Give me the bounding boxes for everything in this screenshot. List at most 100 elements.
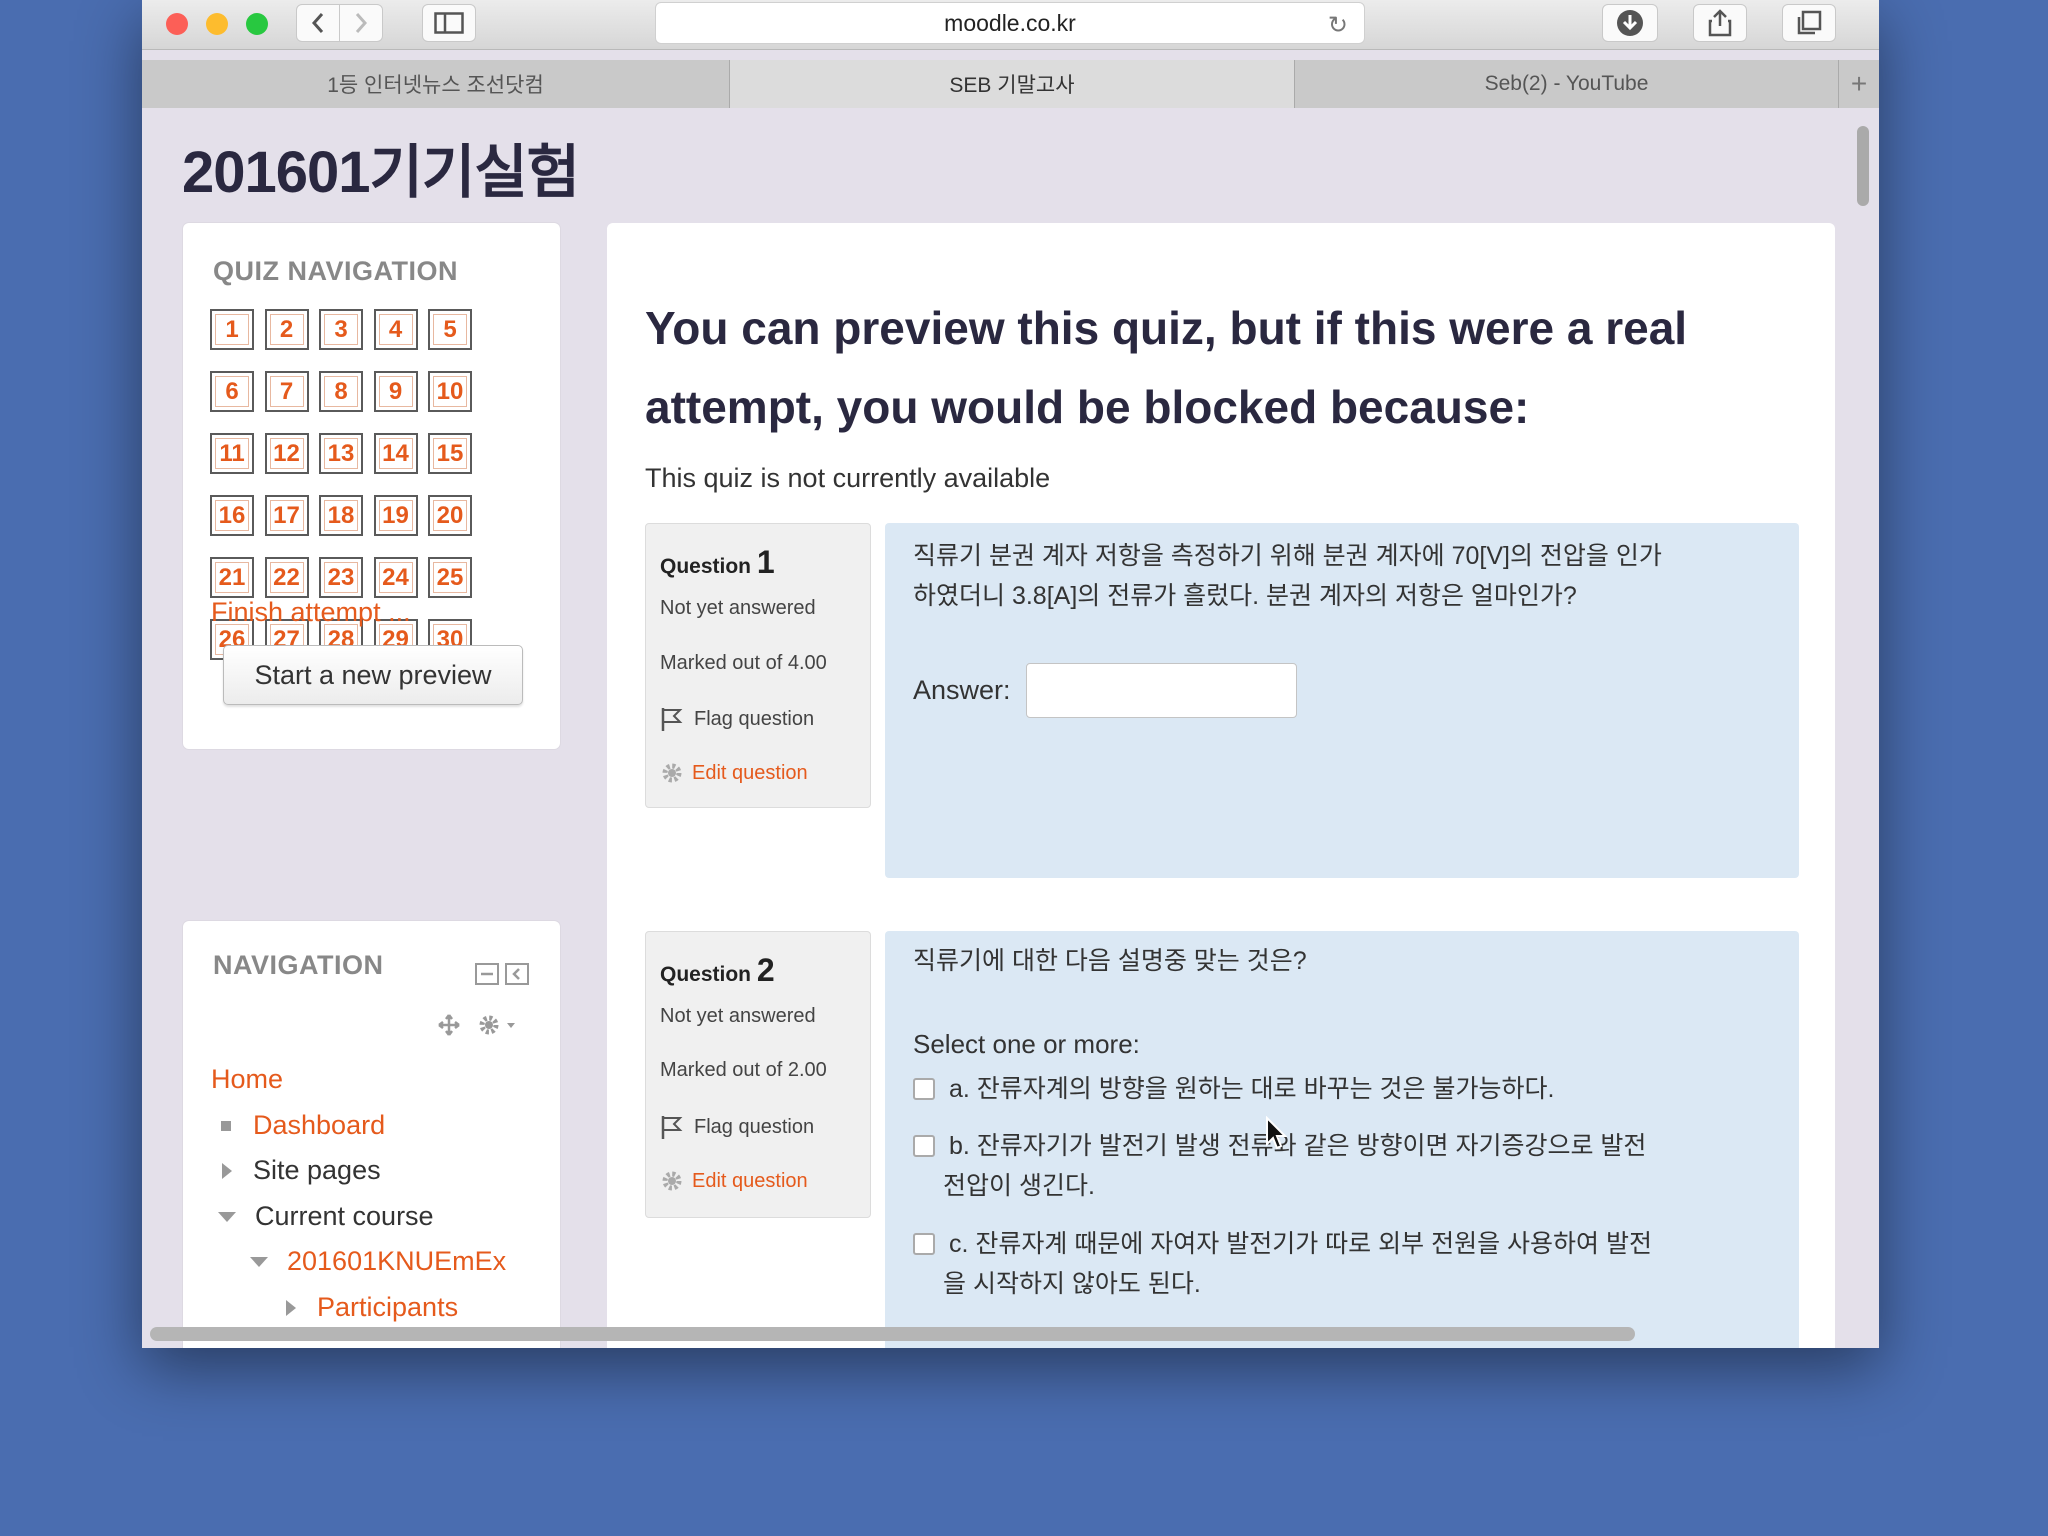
quiz-question-button-5[interactable]: 5 xyxy=(428,309,472,350)
question-2-edit[interactable]: Edit question xyxy=(660,1169,808,1193)
mouse-cursor-icon xyxy=(1266,1116,1287,1150)
download-button[interactable] xyxy=(1602,4,1658,42)
quiz-navigation-title: QUIZ NAVIGATION xyxy=(213,256,458,286)
vertical-scrollbar[interactable] xyxy=(1857,126,1869,206)
option-a-checkbox[interactable] xyxy=(913,1078,935,1100)
quiz-unavailable-notice: This quiz is not currently available xyxy=(645,463,1051,493)
nav-course-item[interactable]: 201601KNUEmEx xyxy=(249,1246,506,1277)
zoom-window-button[interactable] xyxy=(246,13,268,35)
quiz-question-button-11[interactable]: 11 xyxy=(210,433,254,474)
edit-question-link[interactable]: Edit question xyxy=(692,762,808,785)
question-1-info: Question 1 Not yet answered Marked out o… xyxy=(645,523,871,808)
quiz-question-button-8[interactable]: 8 xyxy=(319,371,363,412)
tabs-icon xyxy=(1797,10,1822,35)
question-1-edit[interactable]: Edit question xyxy=(660,761,808,785)
question-2-content: 직류기에 대한 다음 설명중 맞는 것은? Select one or more… xyxy=(885,931,1799,1348)
address-bar[interactable]: moodle.co.kr ↻ xyxy=(655,2,1365,44)
gear-icon[interactable] xyxy=(477,1013,517,1037)
quiz-question-button-2[interactable]: 2 xyxy=(264,309,309,350)
quiz-question-button-17[interactable]: 17 xyxy=(264,495,309,536)
horizontal-scrollbar[interactable] xyxy=(150,1327,1635,1341)
gear-icon xyxy=(662,763,682,783)
triangle-right-icon xyxy=(286,1299,296,1316)
option-c[interactable]: c. 잔류자계 때문에 자여자 발전기가 따로 외부 전원을 사용하여 발전 을… xyxy=(913,1224,1652,1304)
tabs-overview-button[interactable] xyxy=(1782,4,1836,42)
reload-icon[interactable]: ↻ xyxy=(1328,11,1348,40)
nav-home-link[interactable]: Home xyxy=(211,1064,283,1095)
collapse-icon[interactable] xyxy=(475,963,499,985)
triangle-down-icon xyxy=(218,1211,236,1222)
nav-site-pages-item[interactable]: Site pages xyxy=(221,1155,381,1186)
question-1-title: Question 1 xyxy=(660,544,775,580)
tab-label: 1등 인터넷뉴스 조선닷컴 xyxy=(327,74,544,97)
tab-seb-exam[interactable]: SEB 기말고사 xyxy=(730,60,1295,108)
question-2-flag[interactable]: Flag question xyxy=(660,1114,814,1140)
option-a[interactable]: a. 잔류자계의 방향을 원하는 대로 바꾸는 것은 불가능하다. xyxy=(913,1069,1554,1109)
nav-participants-link[interactable]: Participants xyxy=(317,1292,458,1323)
tab-youtube[interactable]: Seb(2) - YouTube xyxy=(1295,60,1839,108)
page-content: 201601기기실험 QUIZ NAVIGATION 1 2 3 4 5 6 7 8 9 10 11… xyxy=(142,108,1879,1348)
quiz-question-button-3[interactable]: 3 xyxy=(319,309,363,350)
plus-icon: + xyxy=(1850,68,1868,99)
nav-course-link[interactable]: 201601KNUEmEx xyxy=(287,1246,506,1277)
tab-chosun[interactable]: 1등 인터넷뉴스 조선닷컴 xyxy=(142,60,730,108)
quiz-question-button-21[interactable]: 21 xyxy=(210,557,254,598)
tab-label: SEB 기말고사 xyxy=(949,74,1075,97)
quiz-question-button-1[interactable]: 1 xyxy=(210,309,254,350)
move-icon[interactable] xyxy=(437,1013,461,1037)
question-1-flag[interactable]: Flag question xyxy=(660,706,814,732)
nav-current-course-item[interactable]: Current course xyxy=(217,1201,434,1232)
quiz-question-button-23[interactable]: 23 xyxy=(319,557,363,598)
quiz-question-button-4[interactable]: 4 xyxy=(373,309,418,350)
quiz-question-button-10[interactable]: 10 xyxy=(428,371,472,412)
share-button[interactable] xyxy=(1693,4,1747,42)
start-new-preview-button[interactable]: Start a new preview xyxy=(223,645,523,705)
question-1-text-line2: 하였더니 3.8[A]의 전류가 흘렀다. 분권 계자의 저항은 얼마인가? xyxy=(913,582,1577,610)
bullet-icon xyxy=(221,1120,231,1131)
quiz-question-button-19[interactable]: 19 xyxy=(373,495,418,536)
quiz-question-button-24[interactable]: 24 xyxy=(373,557,418,598)
flag-label: Flag question xyxy=(694,707,815,730)
back-button[interactable] xyxy=(296,4,340,42)
question-1-text: 직류기 분권 계자 저항을 측정하기 위해 분권 계자에 70[V]의 전압을 … xyxy=(913,536,1662,616)
select-prompt: Select one or more: xyxy=(913,1029,1140,1059)
finish-attempt-link[interactable]: Finish attempt ... xyxy=(211,597,411,628)
quiz-question-button-22[interactable]: 22 xyxy=(264,557,309,598)
quiz-question-button-12[interactable]: 12 xyxy=(264,433,309,474)
browser-window: moodle.co.kr ↻ 1등 인터넷뉴스 조선닷컴 SEB 기말고사 Se… xyxy=(142,0,1879,1348)
nav-participants-item[interactable]: Participants xyxy=(285,1292,458,1323)
back-icon xyxy=(311,13,324,33)
minimize-window-button[interactable] xyxy=(206,13,228,35)
answer-input[interactable] xyxy=(1026,663,1297,718)
quiz-question-button-25[interactable]: 25 xyxy=(428,557,472,598)
flag-label: Flag question xyxy=(694,1115,815,1138)
close-window-button[interactable] xyxy=(166,13,188,35)
quiz-question-button-20[interactable]: 20 xyxy=(428,495,472,536)
question-1-state: Not yet answered xyxy=(660,597,816,619)
nav-dashboard-link[interactable]: Dashboard xyxy=(253,1110,385,1141)
nav-dashboard-item[interactable]: Dashboard xyxy=(221,1110,385,1141)
triangle-right-icon xyxy=(222,1162,232,1179)
edit-question-link[interactable]: Edit question xyxy=(692,1170,808,1193)
quiz-question-button-9[interactable]: 9 xyxy=(373,371,418,412)
download-icon xyxy=(1617,10,1643,36)
option-c-checkbox[interactable] xyxy=(913,1233,935,1255)
quiz-question-button-14[interactable]: 14 xyxy=(373,433,418,474)
sidebar-toggle-button[interactable] xyxy=(422,4,476,42)
quiz-question-button-6[interactable]: 6 xyxy=(210,371,254,412)
question-1-text-line1: 직류기 분권 계자 저항을 측정하기 위해 분권 계자에 70[V]의 전압을 … xyxy=(913,542,1662,570)
preview-blocked-heading: You can preview this quiz, but if this w… xyxy=(645,302,1688,433)
option-b-checkbox[interactable] xyxy=(913,1135,935,1157)
quiz-question-button-18[interactable]: 18 xyxy=(319,495,363,536)
dock-icon[interactable] xyxy=(505,963,529,985)
quiz-question-button-7[interactable]: 7 xyxy=(264,371,309,412)
flag-icon xyxy=(661,708,683,731)
quiz-question-button-16[interactable]: 16 xyxy=(210,495,254,536)
quiz-question-button-15[interactable]: 15 xyxy=(428,433,472,474)
forward-button[interactable] xyxy=(339,4,383,42)
navigation-title: NAVIGATION xyxy=(213,950,384,980)
quiz-question-button-13[interactable]: 13 xyxy=(319,433,363,474)
new-tab-button[interactable]: + xyxy=(1839,60,1879,108)
answer-label: Answer: xyxy=(913,675,1011,705)
navigation-block: NAVIGATION Home Dashboard Site pages Cur… xyxy=(183,921,560,1348)
